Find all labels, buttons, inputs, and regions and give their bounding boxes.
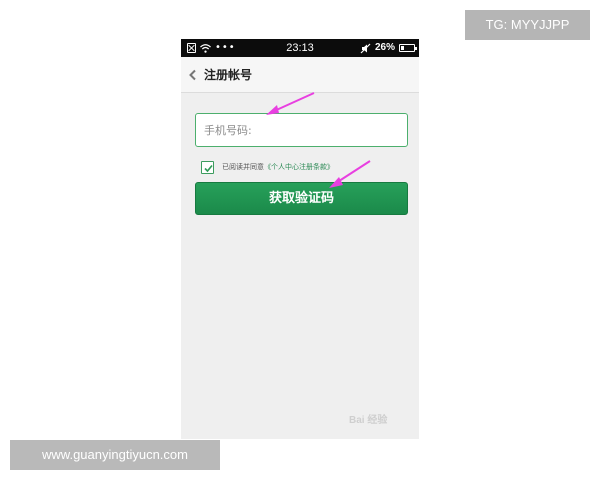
status-right-group: 26% — [360, 41, 417, 55]
screenshot-canvas: ••• 23:13 26% 注册帐号 手机号码: 已阅读并同意《个人中心注册条款… — [0, 0, 600, 480]
phone-screen: ••• 23:13 26% 注册帐号 手机号码: 已阅读并同意《个人中心注册条款… — [181, 39, 419, 439]
checkmark-icon — [204, 164, 213, 172]
battery-fill — [401, 46, 404, 50]
agreement-text: 已阅读并同意《个人中心注册条款》 — [222, 161, 334, 173]
status-bar: ••• 23:13 26% — [181, 39, 419, 57]
back-chevron-icon[interactable] — [188, 69, 198, 81]
url-banner: www.guanyingtiyucn.com — [10, 440, 220, 470]
terms-link[interactable]: 《个人中心注册条款》 — [264, 163, 334, 171]
agreement-prefix: 已阅读并同意 — [222, 163, 264, 171]
page-title: 注册帐号 — [204, 68, 253, 82]
get-verification-code-button[interactable]: 获取验证码 — [195, 182, 408, 215]
agreement-row: 已阅读并同意《个人中心注册条款》 — [201, 160, 334, 174]
title-bar: 注册帐号 — [181, 57, 419, 93]
battery-percent: 26% — [374, 42, 395, 53]
mute-icon — [360, 43, 371, 54]
battery-icon — [399, 44, 417, 52]
baidu-watermark: Bai 经验 — [349, 415, 388, 426]
tg-tag: TG: MYYJJPP — [465, 10, 590, 40]
phone-number-input[interactable] — [195, 113, 408, 147]
agree-checkbox[interactable] — [201, 160, 214, 174]
